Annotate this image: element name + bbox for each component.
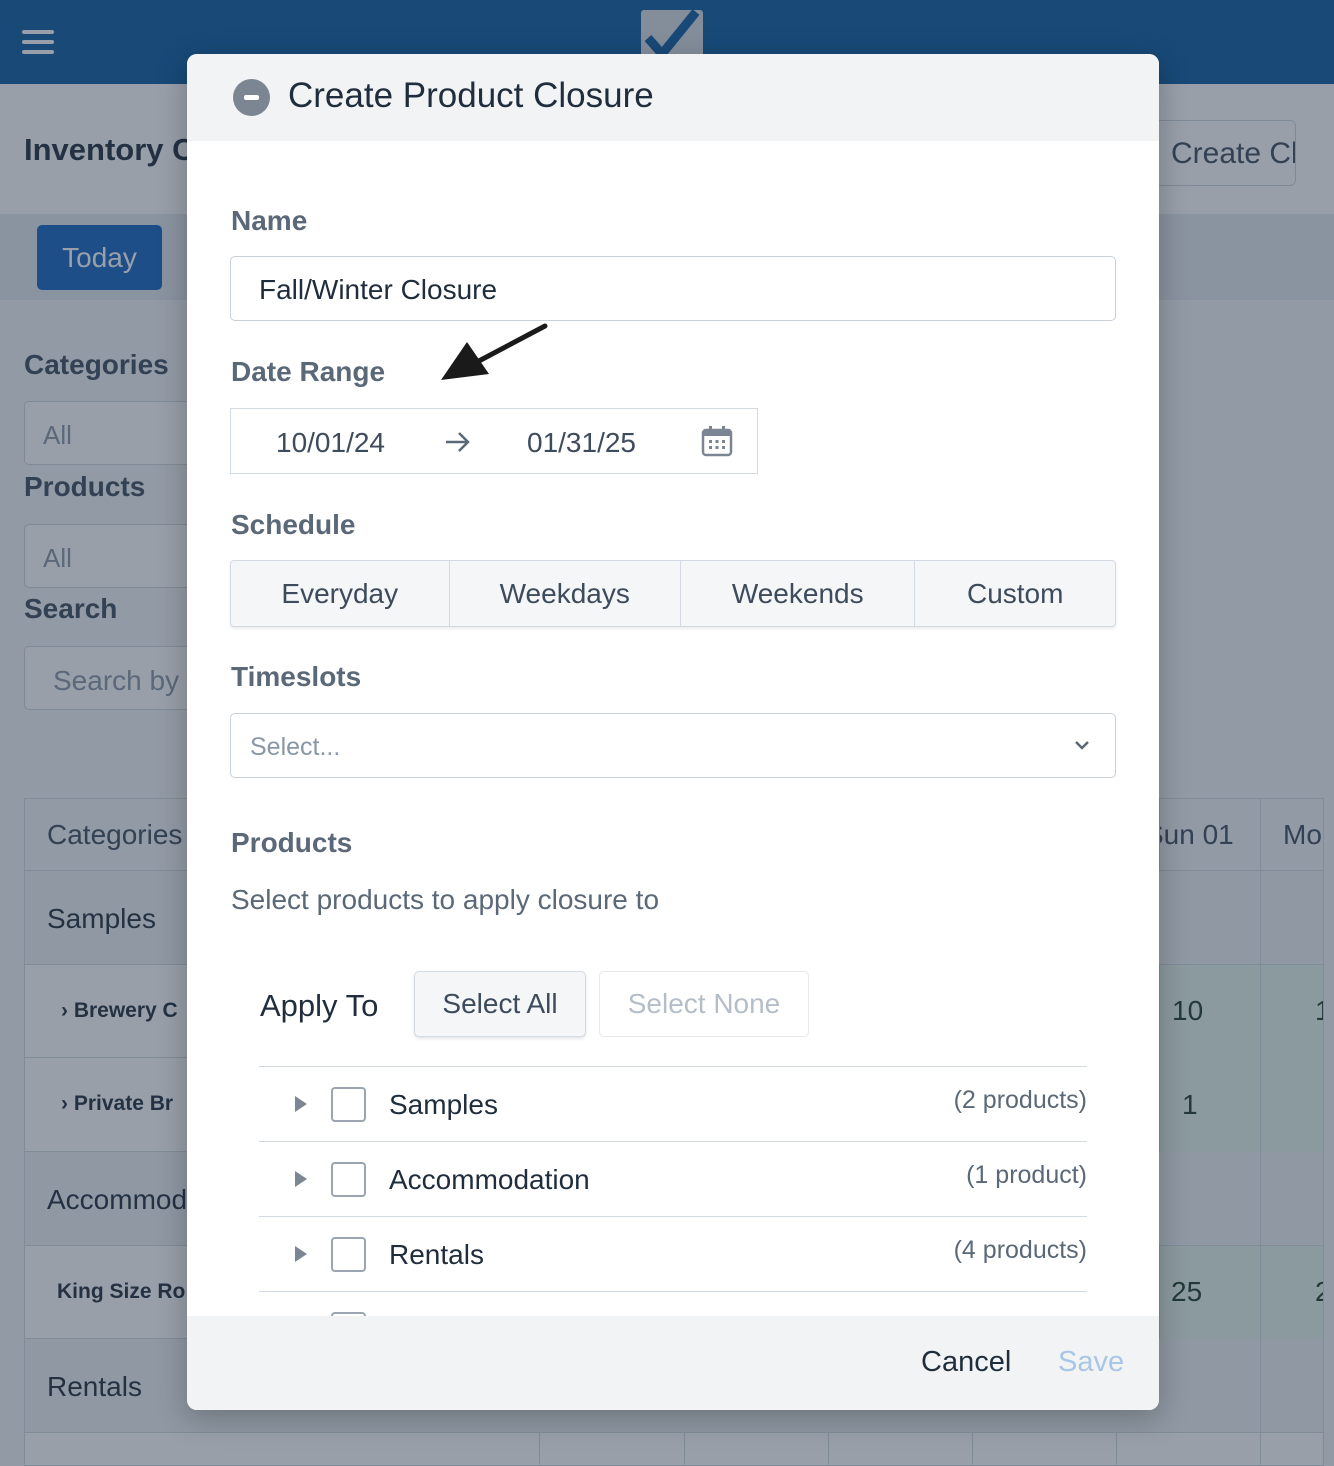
date-end-input[interactable]: 01/31/25 (527, 427, 636, 459)
calendar-icon[interactable] (701, 425, 733, 457)
product-group-row[interactable]: Accommodation (1 product) (259, 1141, 1087, 1216)
name-label: Name (231, 205, 308, 236)
product-group-count: (1 product) (966, 1161, 1087, 1189)
products-label: Products (231, 827, 353, 858)
product-group-name: Accommodation (389, 1164, 590, 1195)
schedule-option-weekdays[interactable]: Weekdays (450, 561, 681, 626)
schedule-label: Schedule (231, 509, 356, 540)
product-group-row[interactable]: Samples (2 products) (259, 1066, 1087, 1141)
save-button[interactable]: Save (1058, 1346, 1124, 1379)
select-none-button[interactable]: Select None (599, 971, 809, 1037)
date-range-label: Date Range (231, 356, 386, 387)
cancel-button[interactable]: Cancel (921, 1346, 1011, 1379)
product-group-name: Rentals (389, 1239, 484, 1270)
caret-right-icon[interactable] (295, 1171, 307, 1187)
annotation-arrow-icon (441, 323, 548, 380)
create-product-closure-modal: Create Product Closure Name Fall/Winter … (187, 54, 1159, 1410)
date-start-input[interactable]: 10/01/24 (276, 427, 385, 459)
schedule-option-everyday[interactable]: Everyday (231, 561, 450, 626)
caret-right-icon[interactable] (295, 1246, 307, 1262)
product-group-count: (4 products) (953, 1236, 1087, 1264)
modal-header: Create Product Closure (187, 54, 1159, 141)
chevron-down-icon (1075, 741, 1089, 750)
name-input[interactable]: Fall/Winter Closure (230, 256, 1116, 321)
minus-circle-icon[interactable] (233, 79, 270, 116)
product-group-checkbox[interactable] (331, 1162, 366, 1197)
timeslots-select[interactable]: Select... (230, 713, 1116, 778)
arrow-right-icon (446, 432, 470, 452)
products-description: Select products to apply closure to (231, 884, 660, 915)
product-group-count: (2 products) (953, 1086, 1087, 1114)
apply-to-label: Apply To (260, 988, 379, 1023)
modal-footer: Cancel Save (187, 1316, 1159, 1410)
modal-title: Create Product Closure (288, 76, 654, 115)
date-range-picker[interactable]: 10/01/24 01/31/25 (230, 408, 758, 474)
timeslots-label: Timeslots (231, 661, 362, 692)
product-group-checkbox[interactable] (331, 1237, 366, 1272)
schedule-option-custom[interactable]: Custom (915, 561, 1115, 626)
schedule-option-weekends[interactable]: Weekends (681, 561, 916, 626)
caret-right-icon[interactable] (295, 1096, 307, 1112)
timeslots-placeholder: Select... (250, 733, 341, 761)
product-group-row[interactable]: Rentals (4 products) (259, 1216, 1087, 1291)
product-group-checkbox[interactable] (331, 1087, 366, 1122)
schedule-segmented-control: Everyday Weekdays Weekends Custom (230, 560, 1116, 627)
product-group-name: Samples (389, 1089, 498, 1120)
select-all-button[interactable]: Select All (414, 971, 586, 1037)
